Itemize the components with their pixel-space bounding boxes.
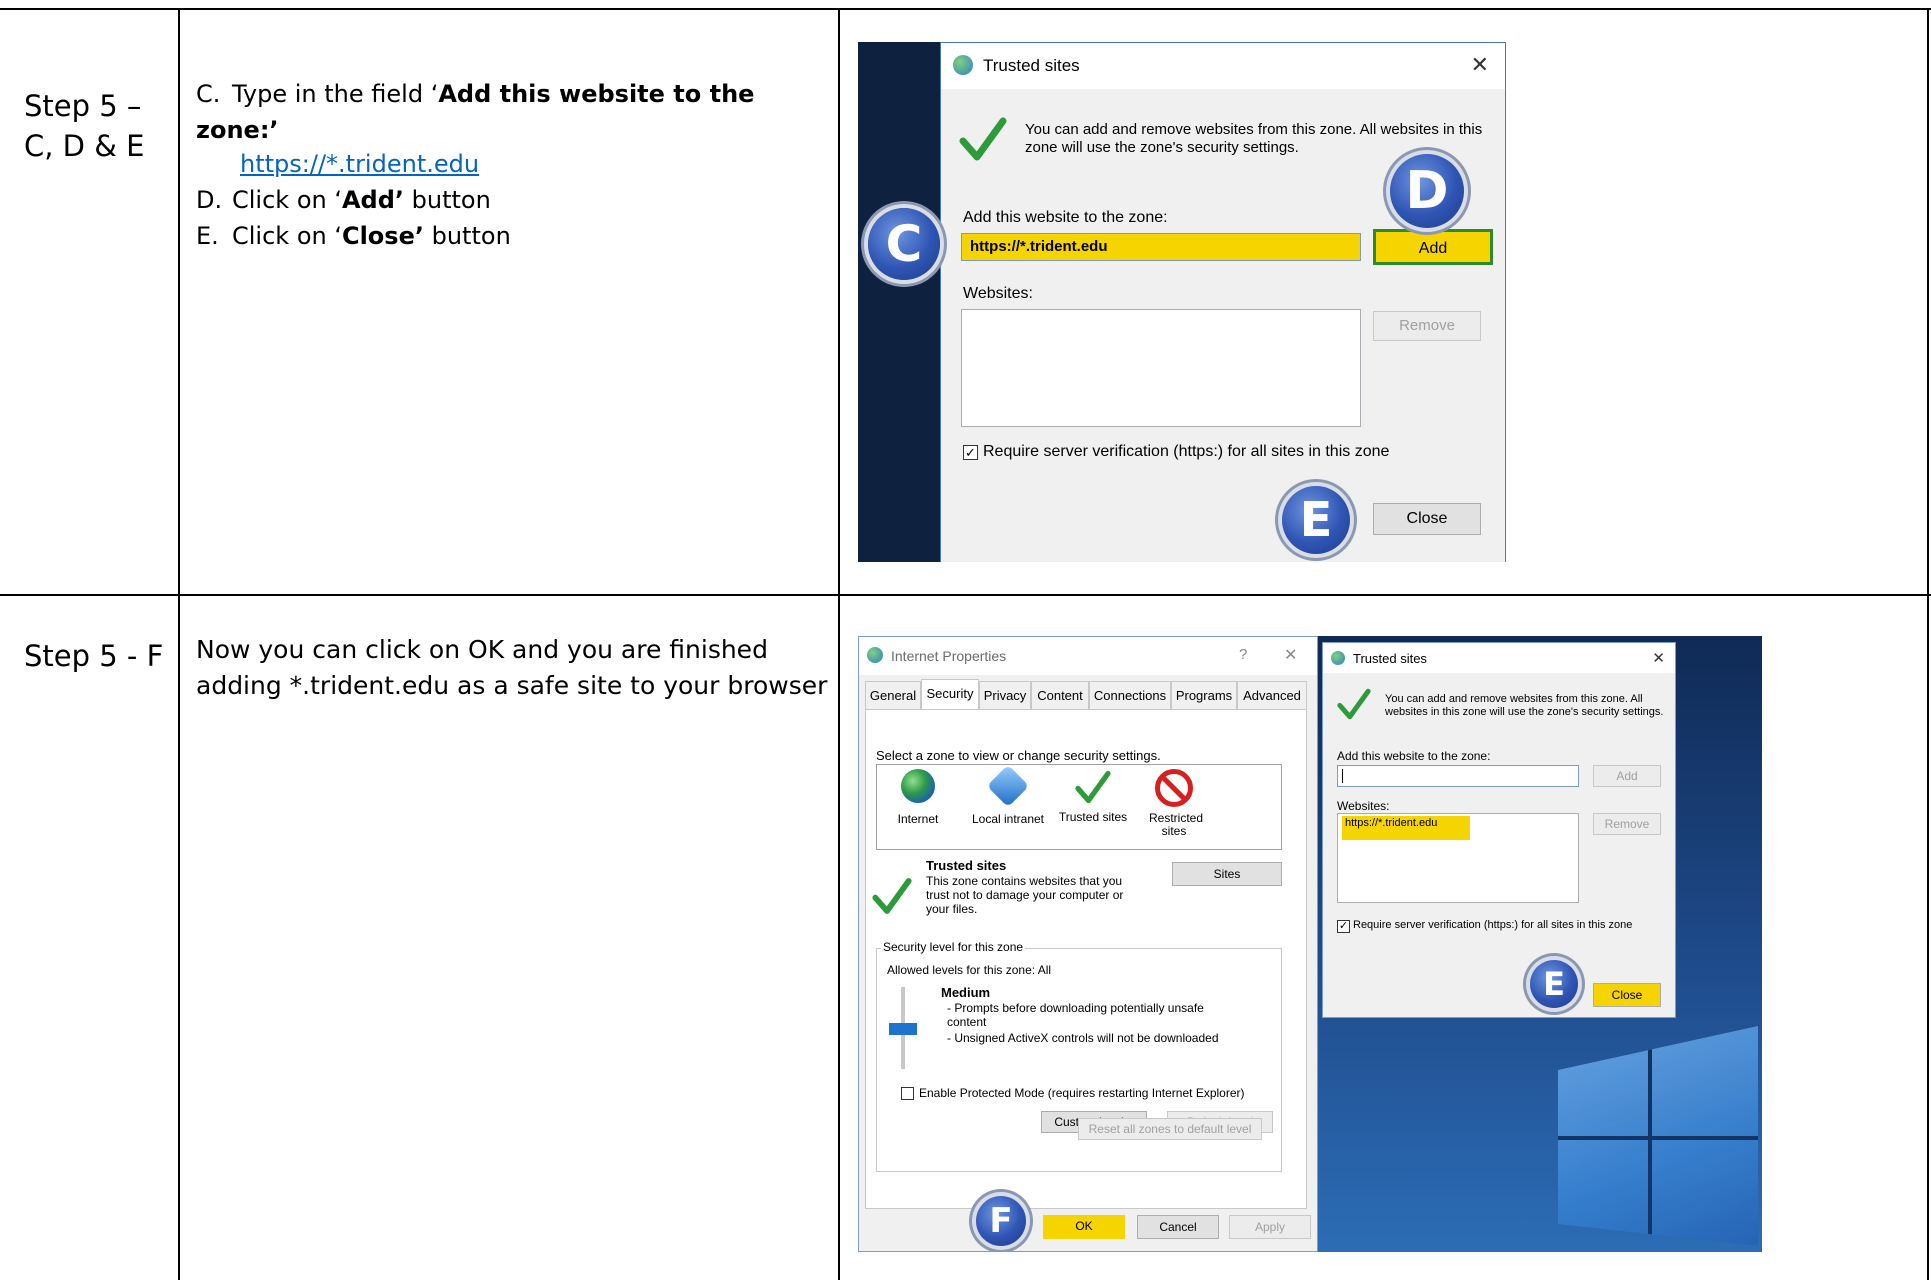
step-label-2: Step 5 - F <box>24 639 164 673</box>
allowed-levels: Allowed levels for this zone: All <box>887 963 1052 977</box>
trusted-close-icon-2[interactable]: ✕ <box>1652 649 1665 667</box>
trusted-sites-dialog-2: Trusted sites ✕ You can add and remove w… <box>1322 642 1676 1018</box>
level-name: Medium <box>941 985 991 1000</box>
add-website-label: Add this website to the zone: <box>963 209 1168 226</box>
security-panel: Select a zone to view or change security… <box>865 709 1307 1209</box>
close-icon[interactable]: ✕ <box>1471 52 1489 78</box>
remove-button[interactable]: Remove <box>1373 311 1481 341</box>
cancel-button[interactable]: Cancel <box>1137 1215 1219 1239</box>
inet-title-icon <box>867 647 883 663</box>
screenshot-internet-properties: Internet Properties ? ✕ General Security… <box>858 636 1762 1252</box>
apply-button[interactable]: Apply <box>1229 1215 1311 1239</box>
close-button[interactable]: Close <box>1373 503 1481 535</box>
zone-local-intranet[interactable]: Local intranet <box>963 764 1053 826</box>
instruction-c: C. Type in the field ‘Add this website to… <box>196 80 755 144</box>
table-right-border <box>1927 8 1929 1280</box>
dialog-info-text: You can add and remove websites from thi… <box>1025 121 1483 156</box>
globe-icon <box>901 769 935 803</box>
row2-instruction-text: Now you can click on OK and you are fini… <box>196 635 828 700</box>
trusted-sites-title-icon <box>953 55 973 75</box>
checkmark-icon-2 <box>1337 688 1371 720</box>
add-website-input-2[interactable] <box>1337 765 1579 787</box>
require-verification-label: Require server verification (https:) for… <box>983 443 1390 460</box>
level-slider-thumb[interactable] <box>889 1023 917 1035</box>
trident-url-link[interactable]: https://*.trident.edu <box>240 150 479 178</box>
instruction-d: D. Click on ‘Add’ button <box>196 186 491 214</box>
add-button-2[interactable]: Add <box>1593 765 1661 787</box>
tab-general[interactable]: General <box>865 681 921 709</box>
internet-properties-dialog: Internet Properties ? ✕ General Security… <box>858 636 1318 1252</box>
trusted-sites-dialog: Trusted sites ✕ You can add and remove w… <box>940 42 1506 562</box>
close-button-2[interactable]: Close <box>1593 983 1661 1007</box>
security-level-label: Security level for this zone <box>881 940 1026 954</box>
require-verification-checkbox-2[interactable]: ✓ <box>1337 920 1350 933</box>
require-verification-label-2: Require server verification (https:) for… <box>1353 919 1633 931</box>
websites-list[interactable] <box>961 309 1361 427</box>
protected-mode-label: Enable Protected Mode (requires restarti… <box>919 1086 1245 1100</box>
checkmark-icon <box>959 117 1007 161</box>
badge-e-2: E <box>1530 960 1578 1008</box>
intranet-icon <box>986 764 1030 808</box>
tab-connections[interactable]: Connections <box>1089 681 1171 709</box>
tab-security[interactable]: Security <box>921 679 979 709</box>
inet-tabs: General Security Privacy Content Connect… <box>865 679 1309 709</box>
zone-check-icon <box>872 878 912 914</box>
inet-close-icon[interactable]: ✕ <box>1284 645 1297 665</box>
remove-button-2[interactable]: Remove <box>1593 813 1661 835</box>
add-website-value: https://*.trident.edu <box>970 238 1108 255</box>
tab-content[interactable]: Content <box>1031 681 1089 709</box>
table-col-divider-1 <box>178 8 180 1280</box>
restricted-icon <box>1155 769 1193 807</box>
protected-mode-checkbox[interactable] <box>901 1087 914 1100</box>
instruction-list-1: C. Type in the field ‘Add this website to… <box>196 76 836 254</box>
ok-button[interactable]: OK <box>1043 1215 1125 1239</box>
help-icon[interactable]: ? <box>1239 646 1247 663</box>
table-top-border <box>0 8 1931 10</box>
tab-programs[interactable]: Programs <box>1171 681 1237 709</box>
tab-advanced[interactable]: Advanced <box>1237 681 1307 709</box>
website-entry[interactable]: https://*.trident.edu <box>1342 816 1470 840</box>
trusted-sites-title-2: Trusted sites <box>1353 651 1427 666</box>
require-verification-checkbox[interactable]: ✓ <box>963 445 978 460</box>
add-button[interactable]: Add <box>1373 229 1493 265</box>
badge-f: F <box>976 1196 1026 1246</box>
websites-label-2: Websites: <box>1337 799 1390 813</box>
sites-button[interactable]: Sites <box>1172 862 1282 886</box>
add-website-input[interactable]: https://*.trident.edu <box>961 233 1361 261</box>
table-col-divider-2 <box>838 8 840 1280</box>
table-row-divider <box>0 594 1931 596</box>
zone-description: This zone contains websites that you tru… <box>926 874 1124 916</box>
zone-restricted[interactable]: Restricted sites <box>1139 769 1209 838</box>
step-label-1: Step 5 – C, D & E <box>24 89 145 163</box>
zone-trusted-sites[interactable]: Trusted sites <box>1053 769 1133 824</box>
screenshot-trusted-sites: Trusted sites ✕ You can add and remove w… <box>858 42 1506 562</box>
badge-d: D <box>1390 154 1464 228</box>
websites-label: Websites: <box>963 285 1033 302</box>
tab-privacy[interactable]: Privacy <box>979 681 1031 709</box>
websites-list-2[interactable]: https://*.trident.edu <box>1337 813 1579 903</box>
inet-title: Internet Properties <box>891 648 1007 664</box>
zone-title: Trusted sites <box>926 858 1007 873</box>
instruction-e: E. Click on ‘Close’ button <box>196 222 511 250</box>
select-zone-label: Select a zone to view or change security… <box>876 748 1161 763</box>
dialog-title: Trusted sites <box>983 56 1080 75</box>
reset-all-zones-button[interactable]: Reset all zones to default level <box>1078 1118 1262 1140</box>
trusted-sites-title-icon-2 <box>1331 651 1345 665</box>
zone-internet[interactable]: Internet <box>883 769 953 826</box>
badge-e: E <box>1282 486 1350 554</box>
level-desc-2: - Unsigned ActiveX controls will not be … <box>947 1031 1219 1045</box>
level-desc-1: - Prompts before downloading potentially… <box>947 1001 1204 1029</box>
trusted-check-icon <box>1075 770 1111 804</box>
add-website-label-2: Add this website to the zone: <box>1337 749 1491 763</box>
desktop-window-logo <box>1558 1026 1758 1246</box>
trusted-info-2: You can add and remove websites from thi… <box>1385 693 1664 718</box>
badge-c: C <box>868 208 940 280</box>
zone-selector: Internet Local intranet Trusted sites Re… <box>876 764 1282 850</box>
